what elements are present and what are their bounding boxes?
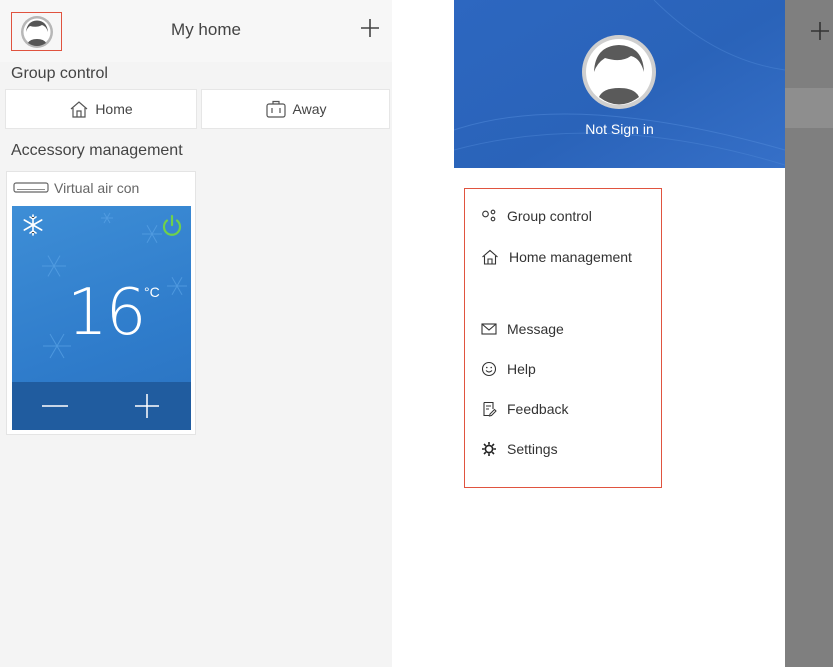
add-button[interactable] [356,14,384,42]
menu-item-home-management[interactable]: Home management [481,249,632,265]
temperature-controls [12,382,191,430]
drawer-screen: Not Sign in Group control Home managemen… [454,0,833,667]
menu-item-group-control[interactable]: Group control [481,208,592,224]
menu-label: Home management [509,249,632,265]
group-control-label: Group control [11,65,108,82]
menu-label: Settings [507,441,558,457]
menu-item-message[interactable]: Message [481,321,564,337]
page-title: My home [171,20,241,39]
drawer-header: Not Sign in [454,0,785,168]
drawer-menu: Group control Home management Message He… [464,188,662,488]
top-bar: My home [0,0,392,62]
home-screen: My home Group control Home Away Accessor… [0,0,392,667]
away-mode-label: Away [292,101,327,117]
luggage-icon [265,100,286,118]
device-name: Virtual air con [54,180,140,196]
menu-item-feedback[interactable]: Feedback [481,401,568,417]
decrease-temperature-button[interactable] [40,391,70,421]
away-mode-button[interactable]: Away [201,89,390,129]
gear-icon [482,442,496,456]
home-mode-label: Home [95,101,133,117]
envelope-icon [481,323,497,335]
increase-temperature-button[interactable] [132,391,162,421]
menu-label: Group control [507,208,592,224]
menu-item-settings[interactable]: Settings [481,441,558,457]
temperature-value: 16 [67,276,146,350]
feedback-icon [483,401,497,417]
menu-label: Message [507,321,564,337]
device-card[interactable]: Virtual air con 16 °C [6,171,196,435]
menu-label: Feedback [507,401,569,417]
accessory-management-label: Accessory management [11,142,183,159]
plus-icon [811,22,829,40]
temperature-unit: °C [144,284,160,300]
home-icon [70,101,88,118]
menu-item-help[interactable]: Help [481,361,536,377]
avatar-icon[interactable] [581,34,657,110]
group-control-icon [482,209,496,222]
smiley-icon [481,361,497,377]
snowflake-icon [23,214,43,236]
home-icon [482,249,498,265]
sign-in-status[interactable]: Not Sign in [454,121,785,137]
power-icon[interactable] [160,214,184,238]
backdrop-row [785,88,833,128]
menu-label: Help [507,361,536,377]
ac-control-panel: 16 °C [12,206,191,430]
home-mode-button[interactable]: Home [5,89,197,129]
device-title: Virtual air con [13,180,139,196]
plus-icon [361,19,379,37]
air-conditioner-icon [13,182,49,193]
